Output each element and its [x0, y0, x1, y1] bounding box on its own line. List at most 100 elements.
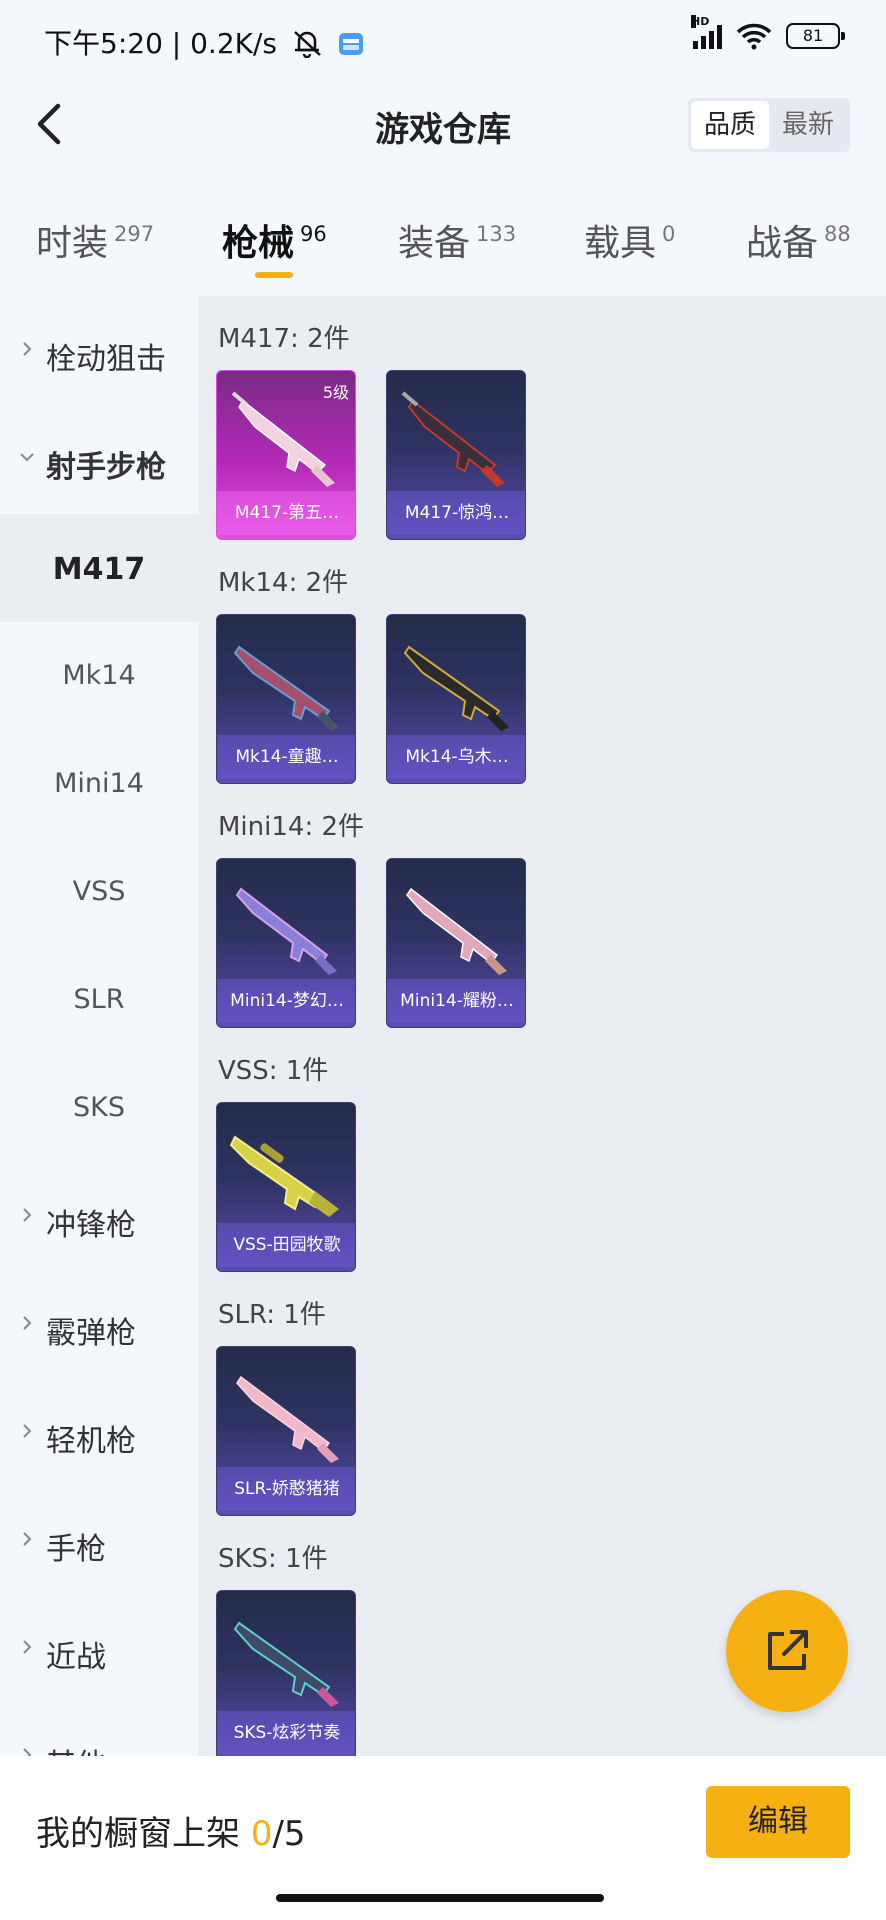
weapon-card[interactable]: 5级 M417-第五…: [216, 370, 356, 540]
wifi-icon: [736, 23, 772, 50]
sort-newest-button[interactable]: 最新: [769, 101, 847, 149]
tab-supplies[interactable]: 战备 88: [746, 214, 851, 266]
tab-equipment[interactable]: 装备 133: [398, 214, 516, 266]
edit-button[interactable]: 编辑: [706, 1786, 850, 1858]
sort-quality-button[interactable]: 品质: [691, 101, 769, 149]
sidebar-item-label: Mini14: [54, 768, 144, 799]
group-title: M417: 2件: [218, 324, 350, 354]
weapon-card[interactable]: SKS-炫彩节奏: [216, 1590, 356, 1756]
weapon-card[interactable]: M417-惊鸿…: [386, 370, 526, 540]
bottom-bar: 我的橱窗上架 0/5 编辑: [0, 1756, 886, 1920]
rifle-skin-icon: [233, 1621, 339, 1707]
showcase-current-count: 0: [250, 1814, 273, 1854]
rifle-skin-icon: [403, 645, 509, 731]
chevron-right-icon: [23, 1208, 32, 1222]
sidebar-item-label: 轻机枪: [46, 1424, 136, 1459]
sidebar-item-slr[interactable]: SLR: [0, 946, 198, 1054]
sidebar-item-label: 霰弹枪: [46, 1316, 136, 1351]
weapon-name: Mini14-耀粉…: [387, 979, 525, 1023]
battery-icon: 81: [786, 23, 845, 49]
home-indicator[interactable]: [276, 1894, 604, 1902]
tab-count: 96: [300, 222, 327, 246]
header: 游戏仓库 品质 最新: [0, 76, 886, 176]
weapon-grid: M417: 2件 5级 M417-第五… M417-惊鸿… Mk14: 2件 M…: [198, 296, 886, 1756]
chevron-right-icon: [23, 342, 32, 356]
tab-count: 133: [476, 222, 517, 246]
chevron-right-icon: [23, 1532, 32, 1546]
weapon-name: M417-第五…: [217, 491, 355, 535]
sidebar-item-label: 其他: [46, 1740, 106, 1756]
sidebar-item-melee[interactable]: 近战: [0, 1594, 198, 1702]
tab-firearms[interactable]: 枪械 96: [222, 214, 327, 266]
weapon-name: M417-惊鸿…: [387, 491, 525, 535]
sidebar-item-bolt-sniper[interactable]: 栓动狙击: [0, 296, 198, 404]
sidebar: 栓动狙击 射手步枪 M417 Mk14 Mini14 VSS SLR SKS 冲…: [0, 296, 198, 1756]
sidebar-item-mk14[interactable]: Mk14: [0, 622, 198, 730]
tab-label: 时装: [36, 223, 109, 264]
status-time-text: 下午5:20 | 0.2K/s: [44, 27, 278, 60]
tab-label: 载具: [584, 223, 657, 264]
rifle-skin-icon: [229, 1135, 339, 1217]
chevron-right-icon: [23, 1640, 32, 1654]
chevron-right-icon: [23, 1316, 32, 1330]
tab-label: 枪械: [222, 223, 295, 264]
share-fab-button[interactable]: [726, 1590, 848, 1712]
weapon-card[interactable]: VSS-田园牧歌: [216, 1102, 356, 1272]
rifle-skin-icon: [236, 1375, 339, 1463]
rifle-skin-icon: [406, 887, 507, 975]
weapon-name: Mk14-童趣…: [217, 735, 355, 779]
sidebar-item-mini14[interactable]: Mini14: [0, 730, 198, 838]
group-title: VSS: 1件: [218, 1056, 329, 1086]
mute-icon: [294, 31, 321, 59]
notification-app-icon: [338, 33, 363, 55]
back-arrow-icon[interactable]: [24, 96, 80, 152]
tab-fashion[interactable]: 时装 297: [36, 214, 154, 266]
tab-vehicles[interactable]: 载具 0: [584, 214, 675, 266]
group-title: SKS: 1件: [218, 1544, 328, 1574]
sidebar-item-lmg[interactable]: 轻机枪: [0, 1378, 198, 1486]
rifle-skin-icon: [231, 391, 335, 487]
sidebar-item-label: VSS: [72, 876, 126, 907]
weapon-card[interactable]: SLR-娇憨猪猪: [216, 1346, 356, 1516]
sidebar-item-vss[interactable]: VSS: [0, 838, 198, 946]
sidebar-item-shotgun[interactable]: 霰弹枪: [0, 1270, 198, 1378]
group-title: Mk14: 2件: [218, 568, 349, 598]
status-bar: 下午5:20 | 0.2K/s HD 81: [0, 0, 886, 76]
weapon-name: SLR-娇憨猪猪: [217, 1467, 355, 1511]
showcase-status: 我的橱窗上架 0/5: [36, 1806, 306, 1855]
weapon-name: SKS-炫彩节奏: [217, 1711, 355, 1755]
weapon-card[interactable]: Mini14-梦幻…: [216, 858, 356, 1028]
sidebar-item-label: 栓动狙击: [46, 342, 166, 377]
sidebar-item-other[interactable]: 其他: [0, 1702, 198, 1756]
sidebar-item-label: 射手步枪: [46, 450, 166, 485]
rifle-skin-icon: [401, 391, 505, 487]
rifle-skin-icon: [233, 645, 339, 731]
sidebar-item-label: 近战: [46, 1640, 106, 1675]
active-tab-indicator: [255, 272, 293, 278]
showcase-total-count: /5: [272, 1814, 306, 1854]
showcase-label: 我的橱窗上架: [36, 1814, 240, 1854]
weapon-card[interactable]: Mini14-耀粉…: [386, 858, 526, 1028]
sidebar-item-smg[interactable]: 冲锋枪: [0, 1162, 198, 1270]
weapon-name: VSS-田园牧歌: [217, 1223, 355, 1267]
sidebar-item-label: SKS: [73, 1092, 125, 1123]
hd-label: HD: [691, 15, 710, 28]
weapon-card[interactable]: Mk14-童趣…: [216, 614, 356, 784]
sidebar-item-label: 手枪: [46, 1532, 106, 1567]
sidebar-item-label: Mk14: [62, 660, 136, 691]
sidebar-item-label: SLR: [73, 984, 125, 1015]
cell-signal-icon: HD: [691, 15, 722, 49]
sidebar-item-m417[interactable]: M417: [0, 514, 198, 622]
sidebar-item-pistol[interactable]: 手枪: [0, 1486, 198, 1594]
tab-count: 297: [114, 222, 155, 246]
sidebar-item-sks[interactable]: SKS: [0, 1054, 198, 1162]
tab-count: 0: [662, 222, 676, 246]
chevron-right-icon: [23, 1424, 32, 1438]
sidebar-item-label: 冲锋枪: [46, 1208, 136, 1243]
chevron-down-icon: [20, 453, 34, 462]
sidebar-item-dmr[interactable]: 射手步枪: [0, 404, 198, 512]
weapon-card[interactable]: Mk14-乌木…: [386, 614, 526, 784]
weapon-name: Mini14-梦幻…: [217, 979, 355, 1023]
sidebar-item-label: M417: [52, 552, 146, 587]
tab-count: 88: [824, 222, 851, 246]
